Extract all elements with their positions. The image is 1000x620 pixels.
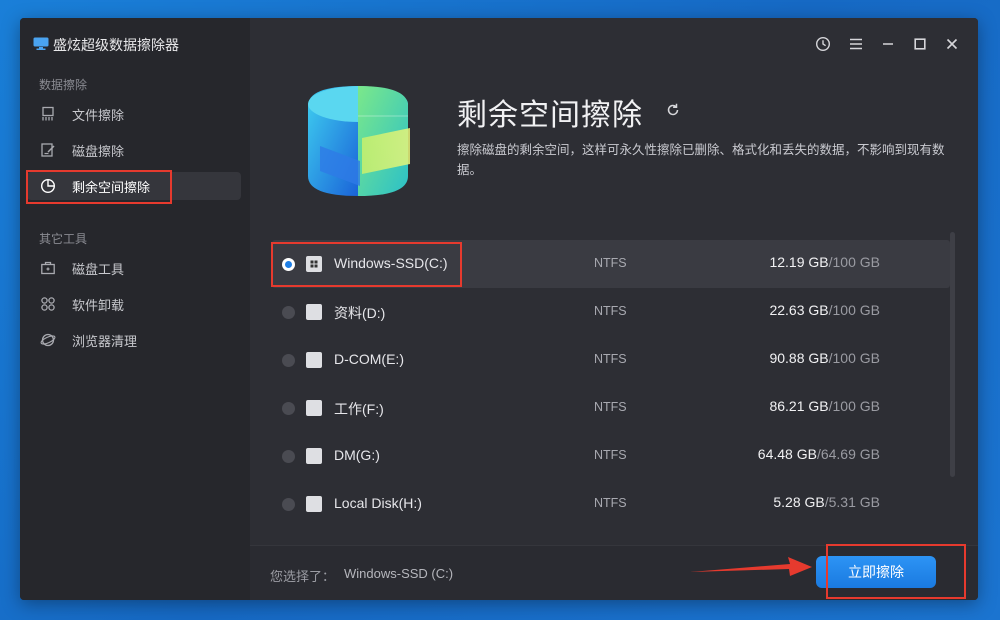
annotation-highlight-sidebar: [26, 170, 172, 204]
disk-usage: 90.88 GB/100 GB: [769, 350, 880, 366]
sidebar-item-browser-clean[interactable]: 浏览器清理: [27, 326, 241, 354]
disk-list-scrollbar[interactable]: [950, 232, 955, 477]
title-bar: 盛炫超级数据擦除器: [20, 18, 978, 70]
disk-usage: 22.63 GB/100 GB: [769, 302, 880, 318]
drive-icon: [306, 448, 322, 464]
sidebar-item-label: 文件擦除: [72, 107, 125, 123]
sidebar-item-label: 浏览器清理: [72, 333, 138, 349]
disk-name: 资料(D:): [334, 305, 386, 321]
disk-name: 工作(F:): [334, 401, 384, 417]
radio-unselected[interactable]: [282, 354, 295, 367]
disk-name: DM(G:): [334, 447, 380, 463]
disk-filesystem: NTFS: [594, 496, 627, 510]
sidebar-item-uninstall[interactable]: 软件卸载: [27, 290, 241, 318]
app-window: 数据擦除 文件擦除 磁盘擦除 剩余空间擦除 其它工具 磁盘工具 软件卸载 浏览器…: [20, 18, 978, 600]
annotation-arrow-icon: [690, 557, 812, 576]
sidebar-item-file-erase[interactable]: 文件擦除: [27, 100, 241, 128]
radio-unselected[interactable]: [282, 498, 295, 511]
app-logo-icon: [33, 37, 49, 50]
disk-usage: 64.48 GB/64.69 GB: [757, 446, 880, 462]
radio-unselected[interactable]: [282, 450, 295, 463]
disk-edit-icon: [39, 141, 57, 159]
file-shred-icon: [39, 105, 57, 123]
disk-usage: 5.28 GB/5.31 GB: [773, 494, 880, 510]
sidebar-item-disk-tools[interactable]: 磁盘工具: [27, 254, 241, 282]
drive-icon: [306, 496, 322, 512]
browser-icon: [39, 331, 57, 349]
disk-filesystem: NTFS: [594, 400, 627, 414]
sidebar-item-disk-erase[interactable]: 磁盘擦除: [27, 136, 241, 164]
page-description: 擦除磁盘的剩余空间，这样可永久性擦除已删除、格式化和丢失的数据，不影响到现有数据…: [457, 143, 945, 177]
sidebar-item-label: 磁盘工具: [72, 261, 125, 277]
sidebar-section-other-tools: 其它工具: [39, 232, 88, 246]
app-title: 盛炫超级数据擦除器: [53, 37, 179, 53]
disk-filesystem: NTFS: [594, 256, 627, 270]
disk-usage: 86.21 GB/100 GB: [769, 398, 880, 414]
drive-icon: [306, 304, 322, 320]
disk-wipe-illustration: [308, 86, 410, 196]
disk-row-e[interactable]: D-COM(E:) NTFS 90.88 GB/100 GB: [272, 336, 950, 384]
radio-unselected[interactable]: [282, 306, 295, 319]
disk-usage: 12.19 GB/100 GB: [769, 254, 880, 270]
sidebar-section-data-erase: 数据擦除: [39, 78, 88, 92]
sidebar-item-label: 软件卸载: [72, 297, 125, 313]
disk-filesystem: NTFS: [594, 352, 627, 366]
disk-filesystem: NTFS: [594, 448, 627, 462]
drive-icon: [306, 400, 322, 416]
apps-grid-icon: [39, 295, 57, 313]
disk-row-g[interactable]: DM(G:) NTFS 64.48 GB/64.69 GB: [272, 432, 950, 480]
disk-name: Local Disk(H:): [334, 495, 422, 511]
selected-disk-value: Windows-SSD (C:): [344, 566, 454, 581]
annotation-highlight-disk: [271, 242, 462, 287]
sidebar-item-label: 磁盘擦除: [72, 143, 125, 159]
close-icon[interactable]: [942, 34, 962, 54]
sidebar: 数据擦除 文件擦除 磁盘擦除 剩余空间擦除 其它工具 磁盘工具 软件卸载 浏览器…: [20, 18, 250, 600]
main-panel: 剩余空间擦除 擦除磁盘的剩余空间，这样可永久性擦除已删除、格式化和丢失的数据，不…: [250, 18, 978, 600]
disk-name: D-COM(E:): [334, 351, 404, 367]
disk-row-d[interactable]: 资料(D:) NTFS 22.63 GB/100 GB: [272, 288, 950, 336]
selected-label: 您选择了：: [270, 569, 336, 584]
annotation-highlight-button: [826, 544, 966, 599]
disk-filesystem: NTFS: [594, 304, 627, 318]
refresh-icon[interactable]: [665, 102, 681, 118]
drive-icon: [306, 352, 322, 368]
page-title: 剩余空间擦除: [457, 99, 643, 132]
toolbox-icon: [39, 259, 57, 277]
disk-row-h[interactable]: Local Disk(H:) NTFS 5.28 GB/5.31 GB: [272, 480, 950, 528]
history-icon[interactable]: [813, 34, 833, 54]
radio-unselected[interactable]: [282, 402, 295, 415]
menu-icon[interactable]: [846, 34, 866, 54]
maximize-icon[interactable]: [910, 34, 930, 54]
disk-row-f[interactable]: 工作(F:) NTFS 86.21 GB/100 GB: [272, 384, 950, 432]
minimize-icon[interactable]: [878, 34, 898, 54]
